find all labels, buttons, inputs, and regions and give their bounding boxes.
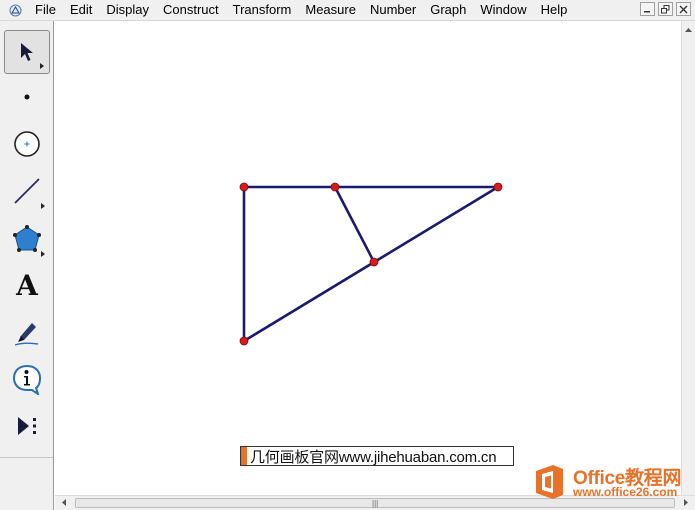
polygon-icon [13, 225, 41, 252]
scroll-up-icon[interactable] [682, 23, 695, 37]
arrow-tool[interactable] [4, 30, 50, 74]
point-tool[interactable] [4, 75, 50, 119]
construction-figure [239, 182, 503, 346]
scroll-left-icon[interactable] [57, 496, 71, 509]
banner-text: 几何画板官网www.jihehuaban.com.cn [250, 448, 497, 466]
toolbox: A [0, 21, 54, 510]
information-tool[interactable] [4, 357, 50, 401]
menu-help[interactable]: Help [534, 0, 575, 20]
compass-circle-icon [14, 131, 40, 157]
segment-inner[interactable] [333, 185, 376, 264]
point-bottom-left[interactable] [239, 336, 249, 346]
minimize-icon[interactable] [640, 2, 655, 16]
text-tool[interactable]: A [4, 264, 50, 308]
menu-edit[interactable]: Edit [63, 0, 99, 20]
information-icon [12, 364, 42, 395]
menu-number[interactable]: Number [363, 0, 423, 20]
arrow-select-icon [21, 43, 33, 61]
point-icon [24, 94, 30, 100]
custom-tool[interactable] [4, 404, 50, 448]
toolbox-footer [0, 457, 53, 510]
sketch-canvas[interactable] [55, 21, 681, 495]
menu-graph[interactable]: Graph [423, 0, 473, 20]
polygon-tool[interactable] [4, 217, 50, 261]
watermark-url: www.office26.com [573, 485, 678, 499]
text-icon: A [16, 269, 38, 302]
tool-menu-arrow-icon [41, 203, 45, 209]
point-top-middle[interactable] [330, 182, 340, 192]
site-banner: 几何画板官网www.jihehuaban.com.cn [240, 446, 514, 466]
straightedge-tool[interactable] [4, 169, 50, 213]
point-top-left[interactable] [239, 182, 249, 192]
menu-display[interactable]: Display [99, 0, 156, 20]
menu-measure[interactable]: Measure [298, 0, 363, 20]
office-watermark: Office教程网 www.office26.com [529, 460, 691, 504]
custom-tool-icon [18, 417, 36, 435]
menu-bar: File Edit Display Construct Transform Me… [0, 0, 695, 21]
restore-icon[interactable] [658, 2, 673, 16]
menu-construct[interactable]: Construct [156, 0, 226, 20]
marker-icon [14, 323, 39, 346]
close-icon[interactable] [676, 2, 691, 16]
window-controls [640, 2, 691, 16]
scroll-grip-icon: ||| [372, 499, 379, 508]
office-logo-icon [536, 465, 563, 499]
menu-file[interactable]: File [28, 0, 63, 20]
marker-tool[interactable] [4, 310, 50, 354]
banner-accent [241, 447, 247, 465]
vertical-scrollbar[interactable] [681, 21, 695, 495]
menu-window[interactable]: Window [473, 0, 533, 20]
straightedge-icon [14, 178, 40, 204]
point-top-right[interactable] [493, 182, 503, 192]
compass-tool[interactable] [4, 122, 50, 166]
point-middle[interactable] [369, 257, 379, 267]
app-icon[interactable] [8, 3, 22, 17]
tool-menu-arrow-icon [41, 251, 45, 257]
tool-menu-arrow-icon [40, 63, 44, 69]
menu-transform[interactable]: Transform [226, 0, 299, 20]
